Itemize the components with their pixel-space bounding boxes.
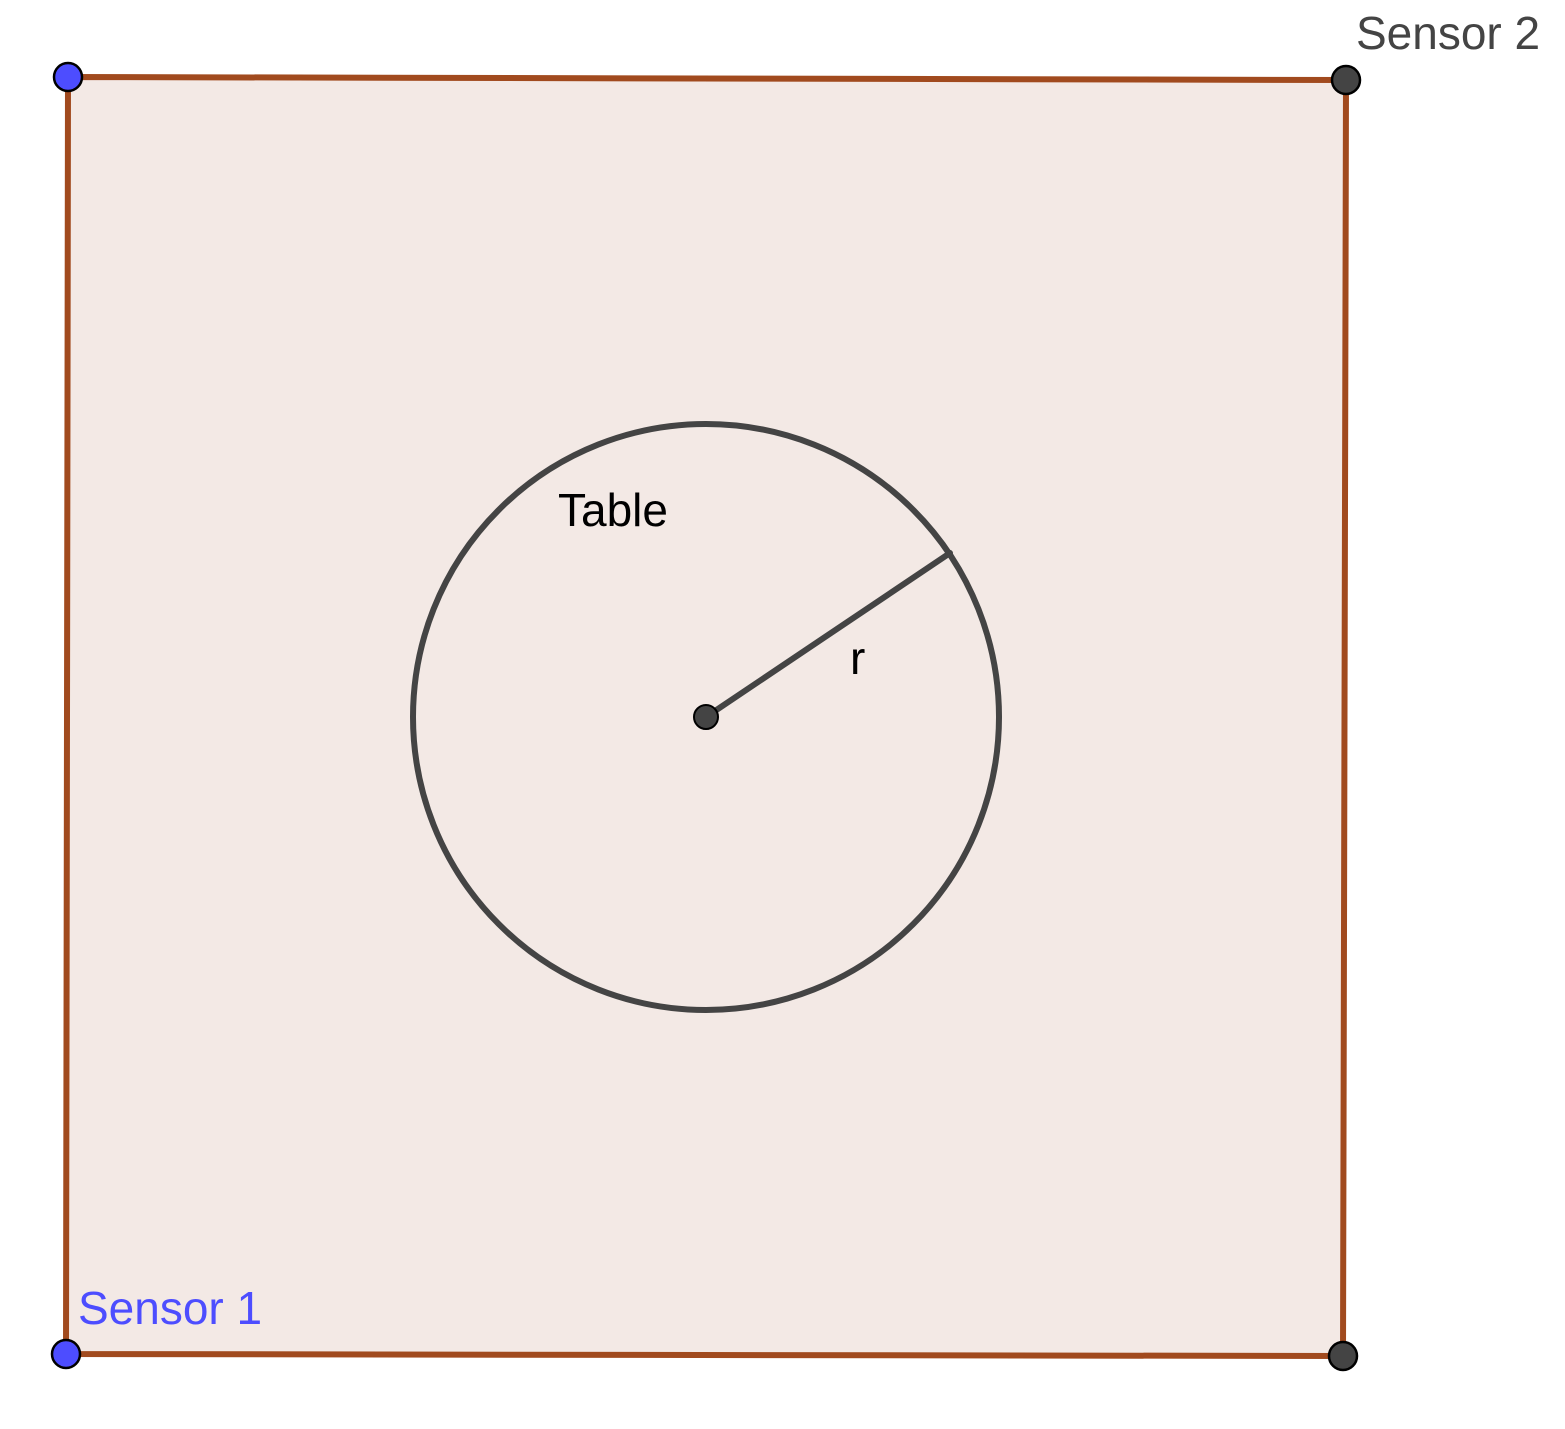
sensor2-point[interactable]: [1330, 64, 1362, 96]
sensor1-point[interactable]: [50, 1338, 82, 1370]
sensor1-label: Sensor 1: [78, 1282, 262, 1334]
table-label: Table: [558, 484, 668, 536]
sensor1-top-left-point[interactable]: [52, 61, 84, 93]
bottom-right-point[interactable]: [1327, 1340, 1359, 1372]
geometry-diagram: Sensor 2 Sensor 1 Table r: [50, 7, 1540, 1372]
circle-center-point[interactable]: [693, 704, 719, 730]
sensor2-label: Sensor 2: [1356, 7, 1540, 59]
radius-label: r: [850, 632, 865, 684]
